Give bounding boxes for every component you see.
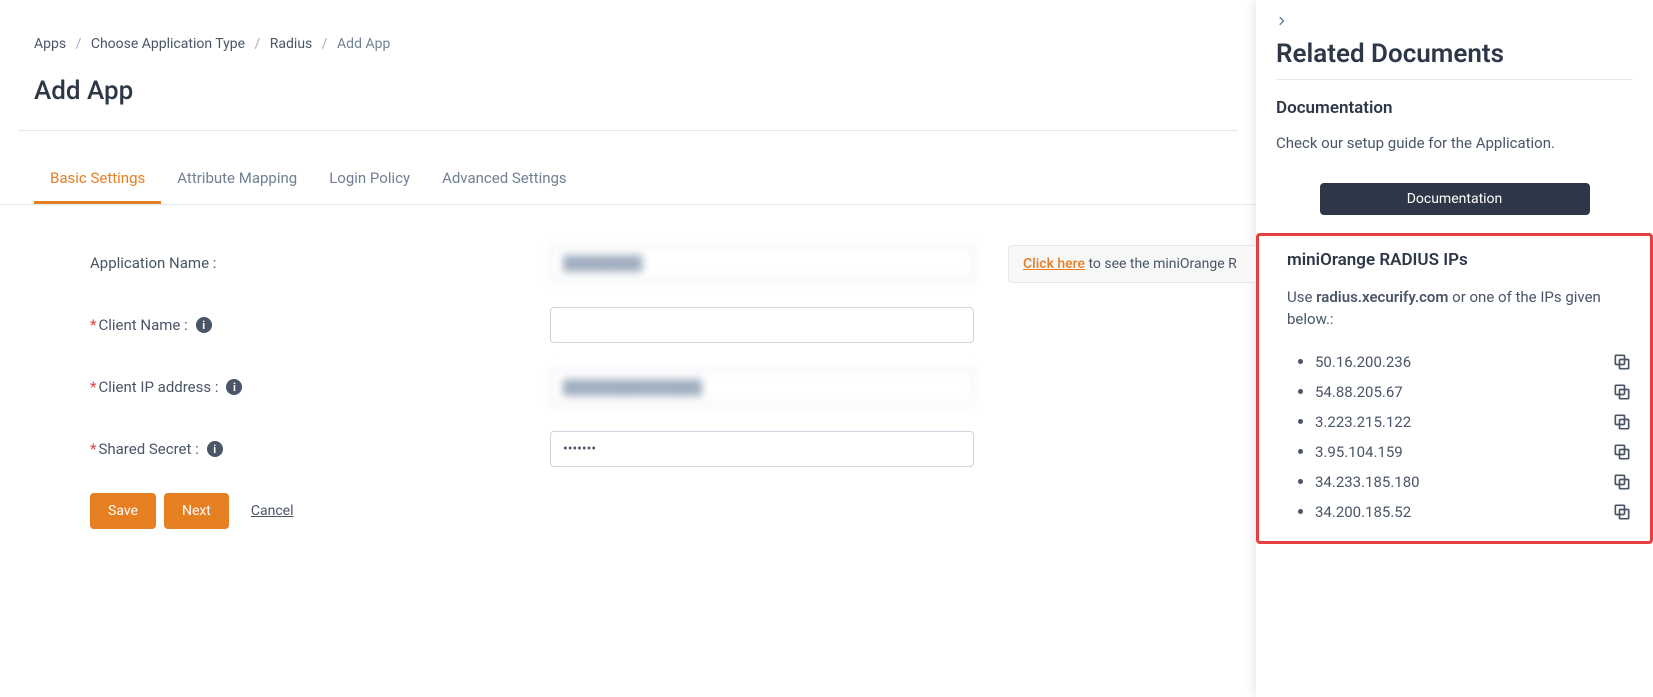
ip-list: 50.16.200.236 54.88.205.67 3.223.215.122… [1287, 347, 1632, 527]
required-mark: * [90, 378, 96, 396]
ips-instruction-text: Use radius.xecurify.com or one of the IP… [1287, 286, 1632, 331]
copy-icon[interactable] [1612, 352, 1632, 372]
info-icon[interactable]: i [207, 441, 223, 457]
ip-value: 3.223.215.122 [1315, 413, 1411, 431]
app-name-label-text: Application Name : [90, 254, 216, 272]
click-here-link[interactable]: Click here [1023, 256, 1085, 272]
ip-value: 34.200.185.52 [1315, 503, 1411, 521]
ip-value: 54.88.205.67 [1315, 383, 1403, 401]
form-buttons: Save Next Cancel [90, 493, 1166, 529]
app-name-label: Application Name : [90, 254, 550, 272]
copy-icon[interactable] [1612, 502, 1632, 522]
ip-value: 3.95.104.159 [1315, 443, 1403, 461]
ip-item-1: 54.88.205.67 [1315, 377, 1632, 407]
documentation-heading: Documentation [1276, 98, 1633, 118]
client-ip-input[interactable] [550, 369, 974, 405]
ips-text-pre: Use [1287, 288, 1316, 306]
tabs-container: Basic Settings Attribute Mapping Login P… [0, 155, 1256, 205]
ip-item-2: 3.223.215.122 [1315, 407, 1632, 437]
tab-advanced-settings[interactable]: Advanced Settings [426, 155, 583, 204]
breadcrumb-sep: / [322, 36, 328, 52]
ip-value: 50.16.200.236 [1315, 353, 1411, 371]
panel-title: Related Documents [1276, 39, 1633, 69]
app-name-input[interactable] [550, 245, 974, 281]
documentation-text: Check our setup guide for the Applicatio… [1276, 132, 1633, 155]
breadcrumb-sep: / [255, 36, 261, 52]
main-content-area: Apps / Choose Application Type / Radius … [0, 0, 1256, 697]
breadcrumb: Apps / Choose Application Type / Radius … [0, 0, 1256, 64]
client-name-label: * Client Name : i [90, 316, 550, 334]
ip-item-3: 3.95.104.159 [1315, 437, 1632, 467]
shared-secret-label: * Shared Secret : i [90, 440, 550, 458]
breadcrumb-apps[interactable]: Apps [34, 36, 66, 52]
required-mark: * [90, 440, 96, 458]
required-mark: * [90, 316, 96, 334]
page-title: Add App [0, 64, 1256, 130]
form-area: Click here to see the miniOrange R Appli… [0, 205, 1256, 569]
radius-info-notice: Click here to see the miniOrange R [1008, 245, 1256, 283]
form-row-client-name: * Client Name : i [90, 307, 1166, 343]
tab-login-policy[interactable]: Login Policy [313, 155, 426, 204]
form-row-shared-secret: * Shared Secret : i [90, 431, 1166, 467]
tab-basic-settings[interactable]: Basic Settings [34, 155, 161, 204]
copy-icon[interactable] [1612, 382, 1632, 402]
shared-secret-input[interactable] [550, 431, 974, 467]
ip-item-5: 34.200.185.52 [1315, 497, 1632, 527]
breadcrumb-current: Add App [337, 36, 390, 52]
save-button[interactable]: Save [90, 493, 156, 529]
related-documents-panel: Related Documents Documentation Check ou… [1256, 0, 1653, 697]
cancel-button[interactable]: Cancel [237, 493, 308, 529]
title-divider [18, 130, 1238, 131]
client-name-input[interactable] [550, 307, 974, 343]
panel-divider [1276, 79, 1633, 80]
ips-title: miniOrange RADIUS IPs [1287, 250, 1632, 270]
form-row-app-name: Application Name : [90, 245, 1166, 281]
info-icon[interactable]: i [226, 379, 242, 395]
notice-rest-text: to see the miniOrange R [1085, 256, 1237, 272]
copy-icon[interactable] [1612, 442, 1632, 462]
form-row-client-ip: * Client IP address : i [90, 369, 1166, 405]
tab-attribute-mapping[interactable]: Attribute Mapping [161, 155, 313, 204]
client-name-label-text: Client Name : [98, 316, 187, 334]
radius-ips-box: miniOrange RADIUS IPs Use radius.xecurif… [1256, 233, 1653, 544]
copy-icon[interactable] [1612, 412, 1632, 432]
shared-secret-label-text: Shared Secret : [98, 440, 198, 458]
breadcrumb-choose-type[interactable]: Choose Application Type [91, 36, 245, 52]
ip-item-0: 50.16.200.236 [1315, 347, 1632, 377]
breadcrumb-radius[interactable]: Radius [270, 36, 313, 52]
documentation-button[interactable]: Documentation [1320, 183, 1590, 215]
ip-item-4: 34.233.185.180 [1315, 467, 1632, 497]
client-ip-label-text: Client IP address : [98, 378, 218, 396]
client-ip-label: * Client IP address : i [90, 378, 550, 396]
next-button[interactable]: Next [164, 493, 229, 529]
info-icon[interactable]: i [196, 317, 212, 333]
copy-icon[interactable] [1612, 472, 1632, 492]
ips-domain: radius.xecurify.com [1316, 288, 1448, 306]
ip-value: 34.233.185.180 [1315, 473, 1420, 491]
breadcrumb-sep: / [76, 36, 82, 52]
panel-toggle-icon[interactable] [1276, 12, 1633, 31]
